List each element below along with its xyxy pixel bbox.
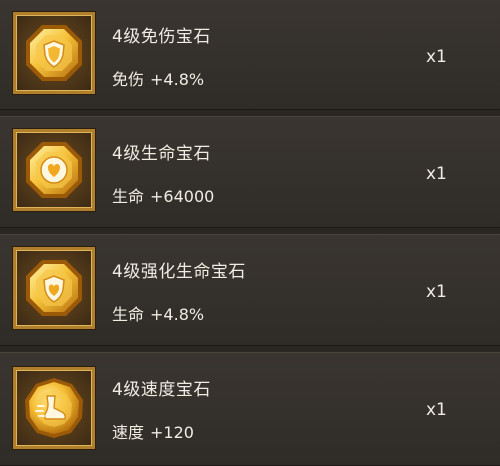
- gem-stat: 生命 +64000: [112, 183, 214, 207]
- list-item[interactable]: 4级速度宝石 速度 +120 x1: [0, 352, 500, 466]
- stat-value: +64000: [150, 187, 215, 206]
- heart-gem-icon: [22, 138, 86, 202]
- item-quantity: x1: [426, 282, 447, 302]
- stat-value: +120: [150, 423, 194, 442]
- shield-gem-icon: [22, 21, 86, 85]
- gem-stat: 速度 +120: [112, 419, 194, 443]
- gem-stat: 免伤 +4.8%: [112, 66, 204, 90]
- gem-icon-frame[interactable]: [13, 12, 95, 94]
- stat-value: +4.8%: [150, 70, 205, 89]
- gem-name: 4级速度宝石: [112, 380, 211, 400]
- stat-label: 速度: [112, 423, 145, 442]
- stat-value: +4.8%: [150, 305, 205, 324]
- item-quantity: x1: [426, 400, 447, 420]
- item-quantity: x1: [426, 164, 447, 184]
- gem-stat: 生命 +4.8%: [112, 301, 204, 325]
- list-item[interactable]: 4级免伤宝石 免伤 +4.8% x1: [0, 0, 500, 110]
- heart-gem-icon: [22, 256, 86, 320]
- gem-name: 4级生命宝石: [112, 144, 211, 164]
- list-item[interactable]: 4级强化生命宝石 生命 +4.8% x1: [0, 234, 500, 346]
- gem-icon-frame[interactable]: [13, 129, 95, 211]
- gem-reward-list: 4级免伤宝石 免伤 +4.8% x1 4级生命宝石 生命 +64000 x1 4…: [0, 0, 500, 466]
- gem-icon-frame[interactable]: [13, 367, 95, 449]
- stat-label: 生命: [112, 305, 145, 324]
- stat-label: 免伤: [112, 70, 145, 89]
- gem-name: 4级免伤宝石: [112, 27, 211, 47]
- stat-label: 生命: [112, 187, 145, 206]
- boot-gem-icon: [22, 376, 86, 440]
- list-item[interactable]: 4级生命宝石 生命 +64000 x1: [0, 116, 500, 228]
- gem-icon-frame[interactable]: [13, 247, 95, 329]
- item-quantity: x1: [426, 47, 447, 67]
- gem-name: 4级强化生命宝石: [112, 262, 246, 282]
